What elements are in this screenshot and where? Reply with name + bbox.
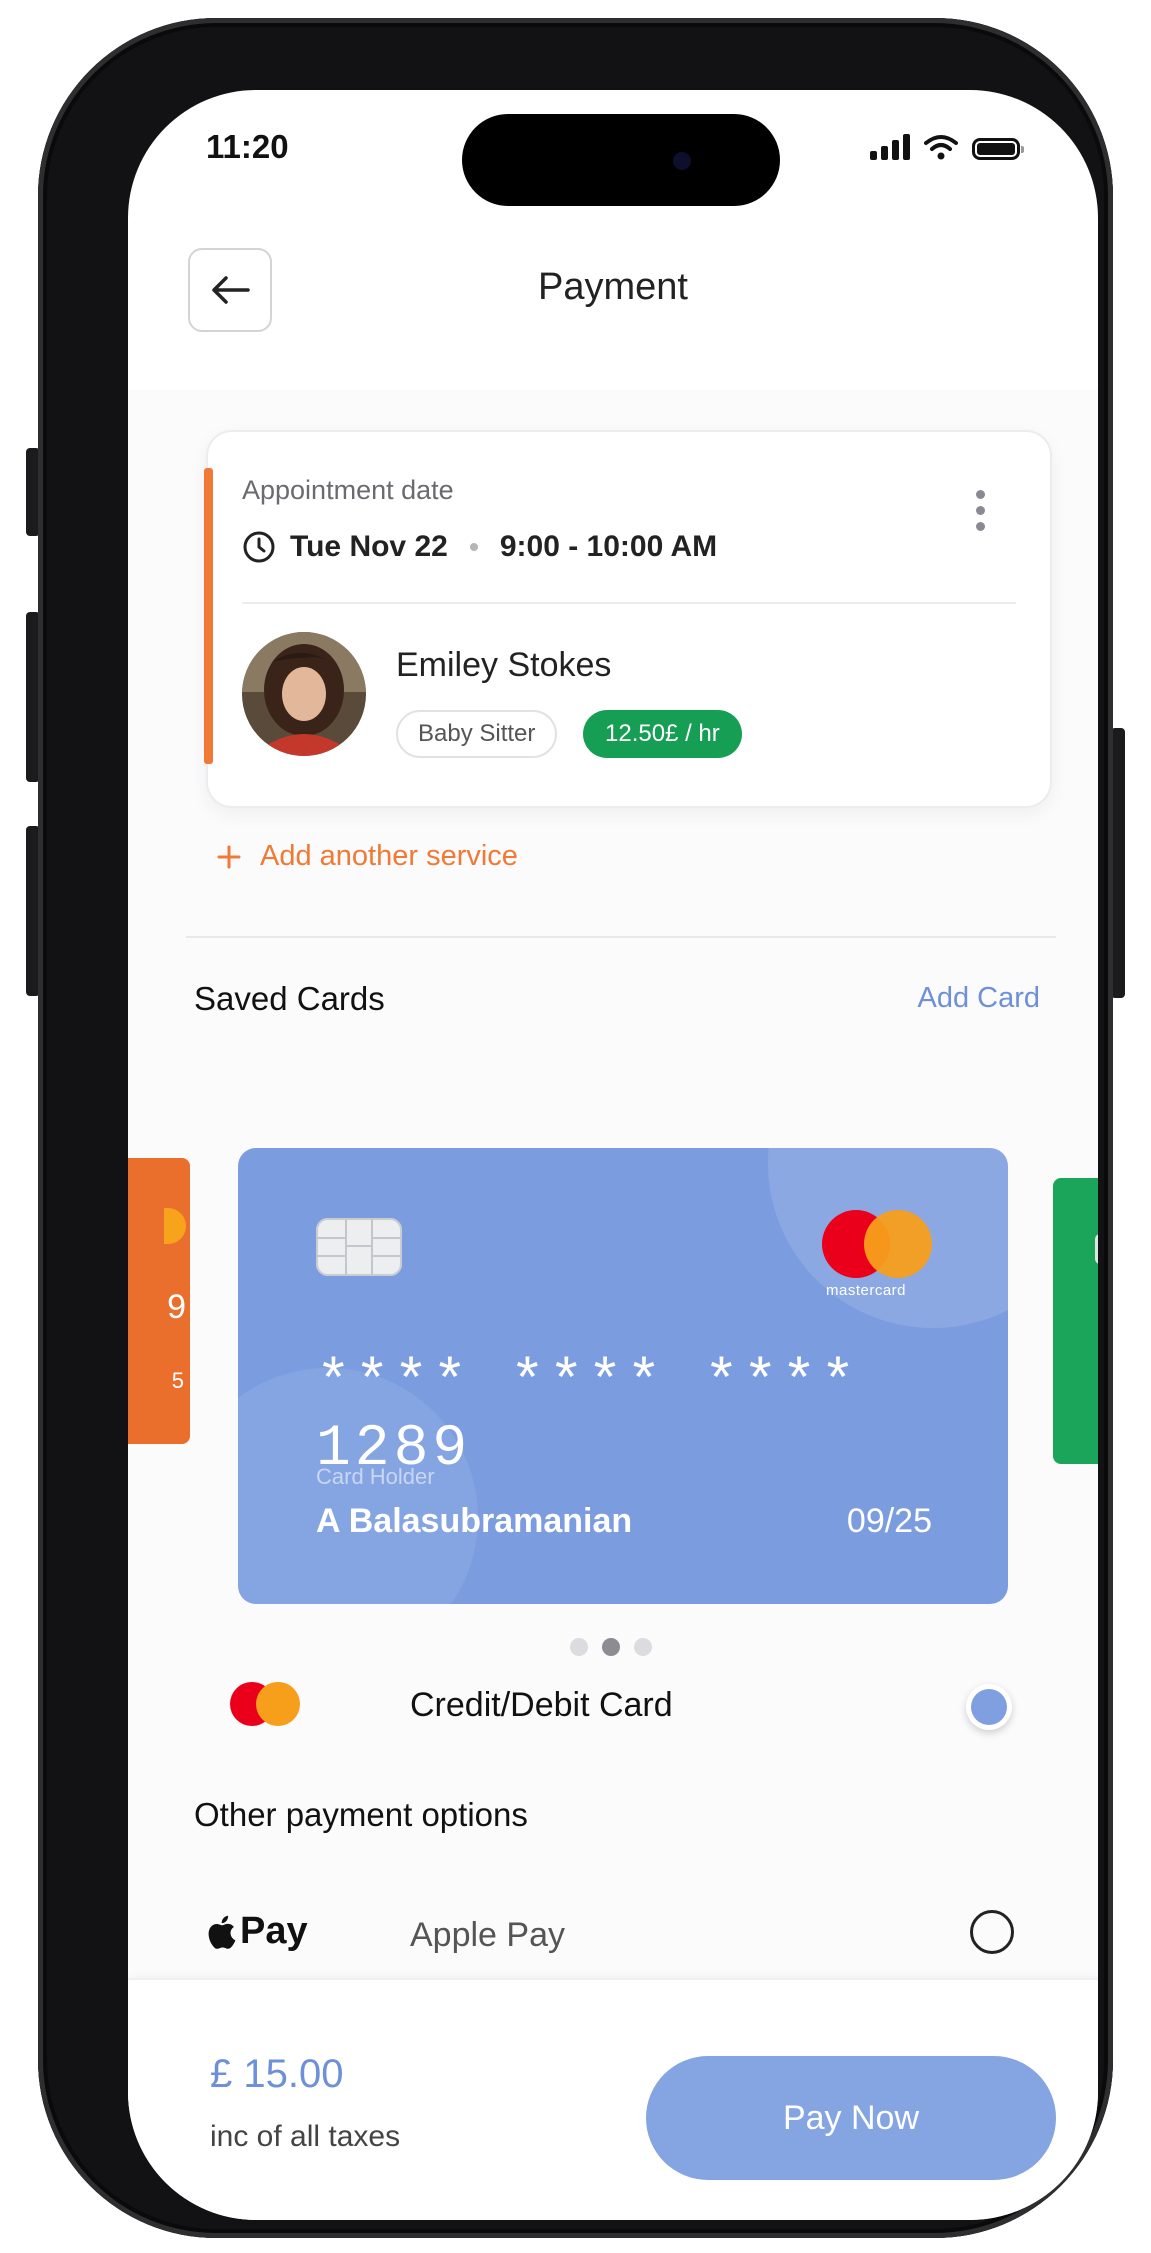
card-expiry: 09/25 [846, 1502, 932, 1540]
status-icons [870, 134, 1024, 160]
card-number-fragment: 5 [1097, 1298, 1098, 1337]
avatar [242, 632, 366, 756]
appointment-time: 9:00 - 10:00 AM [499, 530, 718, 563]
phone-frame: 11:20 Payment Appointment date Tue Nov 2… [38, 18, 1113, 2238]
add-service-label: Add another service [260, 840, 518, 872]
plus-icon [217, 845, 241, 868]
card-next[interactable]: 5 D [1053, 1178, 1098, 1464]
other-options-title: Other payment options [194, 1796, 528, 1833]
mastercard-logo-icon [164, 1208, 186, 1244]
method-label-apple-pay: Apple Pay [410, 1916, 565, 1954]
provider-name: Emiley Stokes [396, 646, 612, 684]
radio-card-selected[interactable] [966, 1684, 1012, 1730]
total-price: £ 15.00 [210, 2052, 344, 2096]
appointment-label: Appointment date [242, 475, 454, 505]
page-title: Payment [538, 266, 688, 308]
price-note: inc of all taxes [210, 2120, 401, 2153]
credit-card-main[interactable]: mastercard **** **** **** 1289 Card Hold… [238, 1148, 1008, 1604]
saved-cards-title: Saved Cards [194, 980, 385, 1017]
card-previous[interactable]: 9 5 [128, 1158, 190, 1444]
dynamic-island [462, 114, 780, 206]
appointment-accent-bar [204, 468, 213, 764]
card-brand: mastercard [826, 1282, 907, 1299]
apple-icon [208, 1915, 236, 1949]
separator-dot [469, 543, 478, 551]
appointment-divider [242, 602, 1016, 604]
signal-icon [870, 134, 910, 160]
chip-icon [316, 1218, 402, 1276]
power-button [1111, 728, 1125, 998]
battery-icon [972, 138, 1024, 160]
camera-icon [673, 152, 691, 170]
card-number: **** **** **** 1289 [316, 1352, 860, 1482]
mastercard-icon [230, 1678, 310, 1728]
section-divider [186, 936, 1056, 938]
card-expiry-fragment: 5 [171, 1368, 184, 1393]
pagination-dot-active[interactable] [602, 1638, 620, 1656]
pagination-dot[interactable] [634, 1638, 652, 1656]
wifi-icon [924, 135, 958, 160]
add-card-link[interactable]: Add Card [917, 982, 1040, 1015]
carousel-pagination [570, 1638, 652, 1656]
card-number-fragment: 9 [167, 1288, 186, 1326]
rate-badge: 12.50£ / hr [583, 710, 742, 758]
apple-pay-logo: Pay [206, 1910, 308, 1953]
pagination-dot[interactable] [570, 1638, 588, 1656]
role-badge: Baby Sitter [396, 710, 558, 758]
more-options-icon[interactable] [976, 490, 985, 531]
add-service-button[interactable]: Add another service [216, 840, 518, 873]
appointment-date: Tue Nov 22 [290, 530, 448, 563]
card-holder-label: Card Holder [316, 1464, 435, 1489]
clock-icon [243, 531, 275, 563]
radio-apple-pay[interactable] [970, 1910, 1014, 1954]
appointment-datetime: Tue Nov 22 9:00 - 10:00 AM [242, 530, 717, 564]
pay-now-button[interactable]: Pay Now [646, 2056, 1056, 2180]
apple-pay-text: Pay [240, 1910, 308, 1952]
card-holder-name: A Balasubramanian [316, 1502, 633, 1540]
screen: 11:20 Payment Appointment date Tue Nov 2… [128, 90, 1098, 2220]
status-time: 11:20 [206, 128, 289, 165]
mastercard-logo-icon: mastercard [822, 1210, 942, 1300]
chip-icon [1095, 1234, 1098, 1264]
method-label-card: Credit/Debit Card [410, 1686, 673, 1724]
